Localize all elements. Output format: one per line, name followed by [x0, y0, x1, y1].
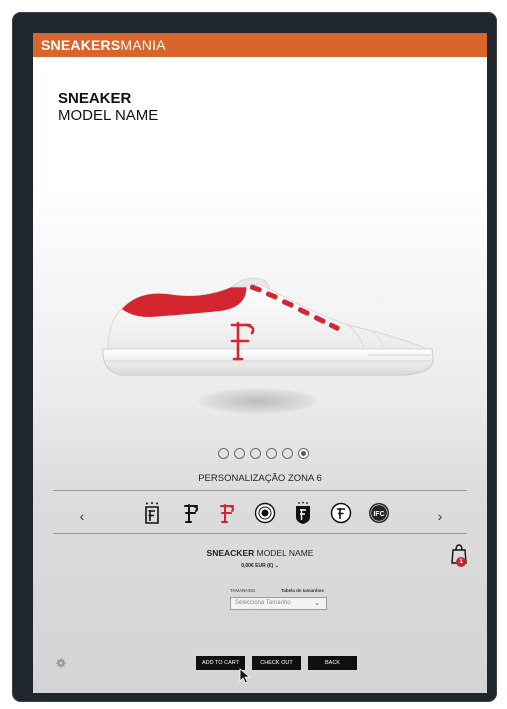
zone-label: PERSONALIZAÇÃO ZONA 6: [198, 473, 322, 484]
carousel-next-button[interactable]: ›: [433, 508, 447, 524]
chevron-down-icon: ⌄: [314, 600, 320, 607]
mouse-cursor-icon: [239, 668, 251, 684]
circle-monogram-icon[interactable]: [330, 501, 352, 525]
back-button[interactable]: BACK: [307, 655, 358, 671]
brand-logo-thin: MANIA: [120, 37, 166, 53]
ifc-circle-icon[interactable]: IFC: [368, 501, 390, 525]
zone-pager: [218, 448, 309, 459]
brand-logo-bold: SNEAKERS: [41, 37, 121, 53]
pager-dot[interactable]: [218, 448, 229, 459]
monogram-black-icon[interactable]: [180, 501, 202, 525]
pager-dot[interactable]: [234, 448, 245, 459]
product-price[interactable]: 0,00€ EUR (€) ⌄: [33, 563, 487, 569]
product-name-rest: MODEL NAME: [254, 548, 314, 558]
brand-bar: SNEAKERSMANIA: [33, 33, 487, 57]
pager-dot[interactable]: [250, 448, 261, 459]
page-subtitle: MODEL NAME: [58, 107, 159, 124]
page-title: SNEAKER: [58, 90, 132, 107]
kiosk-screen: SNEAKERSMANIA SNEAKER MODEL NAME PERSONA…: [33, 33, 487, 693]
gear-icon[interactable]: [56, 658, 66, 668]
checkout-button[interactable]: CHECK OUT: [251, 655, 302, 671]
product-name: SNEACKER MODEL NAME: [33, 548, 487, 558]
shield-emblem-icon[interactable]: [292, 501, 314, 525]
pager-dot[interactable]: [282, 448, 293, 459]
cart-count-badge: 1: [456, 557, 466, 567]
pager-dot[interactable]: [266, 448, 277, 459]
round-emblem-icon[interactable]: [254, 501, 276, 525]
size-select[interactable]: Selecciona Tamanho ⌄: [230, 597, 327, 610]
sneaker-shadow: [198, 388, 318, 414]
sneaker-image: [102, 277, 434, 376]
crest-stars-icon[interactable]: [141, 501, 163, 525]
svg-text:IFC: IFC: [373, 511, 384, 518]
carousel-prev-button[interactable]: ‹: [75, 508, 89, 524]
product-name-bold: SNEACKER: [206, 548, 255, 558]
brand-logo[interactable]: SNEAKERSMANIA: [41, 37, 166, 53]
divider-top: [53, 490, 467, 491]
size-table-link[interactable]: Tabela de tamanhos: [281, 588, 324, 593]
monogram-red-icon[interactable]: [216, 501, 238, 525]
size-select-value: Selecciona Tamanho: [235, 600, 291, 606]
pager-dot-active[interactable]: [298, 448, 309, 459]
sizes-label: TAMANHOS: [230, 588, 256, 593]
divider-bottom: [53, 533, 467, 534]
